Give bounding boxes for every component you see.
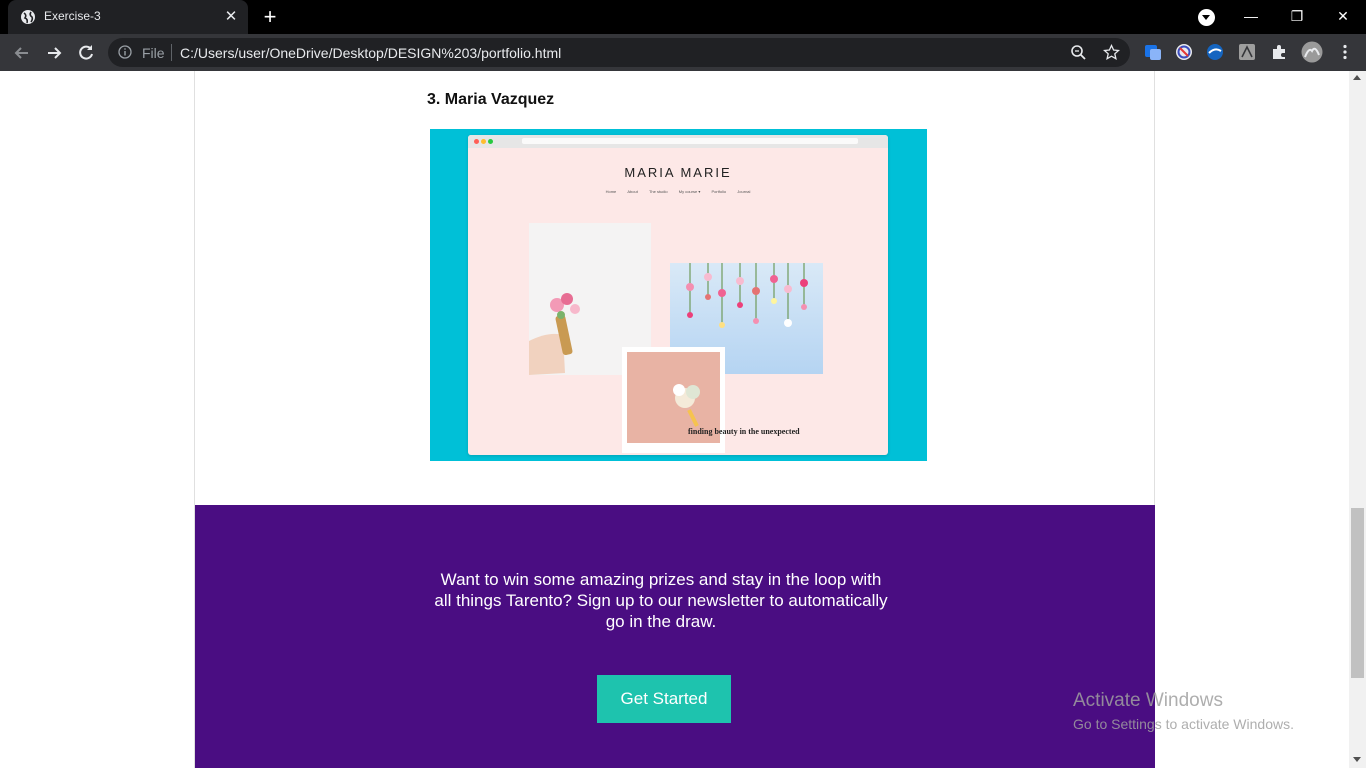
blocker-extension-icon[interactable]	[1175, 43, 1193, 61]
mock-browser-window: MARIA MARIE Home About The studio My cou…	[468, 135, 888, 455]
tab-title: Exercise-3	[44, 9, 101, 23]
close-tab-icon[interactable]: ✕	[222, 8, 240, 26]
forward-arrow-icon[interactable]	[41, 40, 67, 66]
newsletter-cta-text: Want to win some amazing prizes and stay…	[434, 570, 888, 631]
browser-tab[interactable]: Exercise-3 ✕	[8, 0, 248, 34]
translate-extension-icon[interactable]	[1144, 43, 1162, 61]
new-tab-button[interactable]: +	[258, 6, 282, 28]
profile-avatar[interactable]	[1301, 41, 1323, 63]
mock-bouquet-photo	[622, 347, 725, 453]
page-scrollbar[interactable]	[1349, 71, 1366, 768]
mock-nav-item: Journal	[737, 189, 751, 194]
zoom-icon[interactable]	[1070, 44, 1087, 61]
pdf-extension-icon[interactable]	[1238, 43, 1256, 61]
mock-nav-item: Home	[605, 189, 617, 194]
mock-titlebar	[468, 135, 888, 148]
mock-nav-item: The studio	[648, 189, 668, 194]
scroll-down-arrow-icon[interactable]	[1353, 757, 1361, 762]
page-viewport: 3. Maria Vazquez MARIA MARIE Home About …	[0, 71, 1349, 768]
mock-nav-item: About	[627, 189, 638, 194]
address-bar[interactable]: File C:/Users/user/OneDrive/Desktop/DESI…	[108, 38, 1130, 67]
menu-kebab-icon[interactable]	[1336, 43, 1354, 61]
portfolio-screenshot: MARIA MARIE Home About The studio My cou…	[430, 129, 927, 461]
get-started-button[interactable]: Get Started	[597, 675, 731, 723]
restore-button[interactable]: ❐	[1275, 0, 1319, 34]
scroll-up-arrow-icon[interactable]	[1353, 75, 1361, 80]
address-url[interactable]: C:/Users/user/OneDrive/Desktop/DESIGN%20…	[180, 45, 561, 61]
portfolio-item-heading: 3. Maria Vazquez	[427, 91, 555, 108]
close-window-button[interactable]: ✕	[1321, 0, 1365, 34]
vpn-extension-icon[interactable]	[1206, 43, 1224, 61]
back-arrow-icon[interactable]	[9, 40, 35, 66]
watermark-title: Activate Windows	[1073, 690, 1223, 711]
star-icon[interactable]	[1103, 44, 1120, 61]
minimize-button[interactable]: —	[1229, 0, 1273, 34]
address-separator	[171, 44, 172, 61]
puzzle-icon[interactable]	[1270, 43, 1288, 61]
address-scheme: File	[142, 45, 165, 61]
scroll-thumb[interactable]	[1351, 508, 1364, 678]
reload-icon[interactable]	[73, 40, 99, 66]
mock-brand-name: MARIA MARIE	[624, 165, 732, 180]
mock-nav-item: Portfolio	[711, 189, 727, 194]
tab-strip: Exercise-3 ✕ + — ❐ ✕	[0, 0, 1366, 34]
mock-nav: Home About The studio My course ▾ Portfo…	[468, 189, 888, 194]
watermark-subtitle: Go to Settings to activate Windows.	[1073, 716, 1294, 732]
activate-windows-watermark: Activate Windows Go to Settings to activ…	[1073, 690, 1294, 732]
browser-toolbar: File C:/Users/user/OneDrive/Desktop/DESI…	[0, 34, 1366, 71]
info-icon[interactable]	[118, 45, 132, 59]
tab-search-icon[interactable]	[1198, 9, 1215, 26]
newsletter-cta-section: Want to win some amazing prizes and stay…	[195, 505, 1155, 768]
mock-tagline: finding beauty in the unexpected	[688, 427, 800, 436]
globe-icon	[21, 10, 35, 24]
mock-nav-item: My course ▾	[678, 189, 701, 194]
